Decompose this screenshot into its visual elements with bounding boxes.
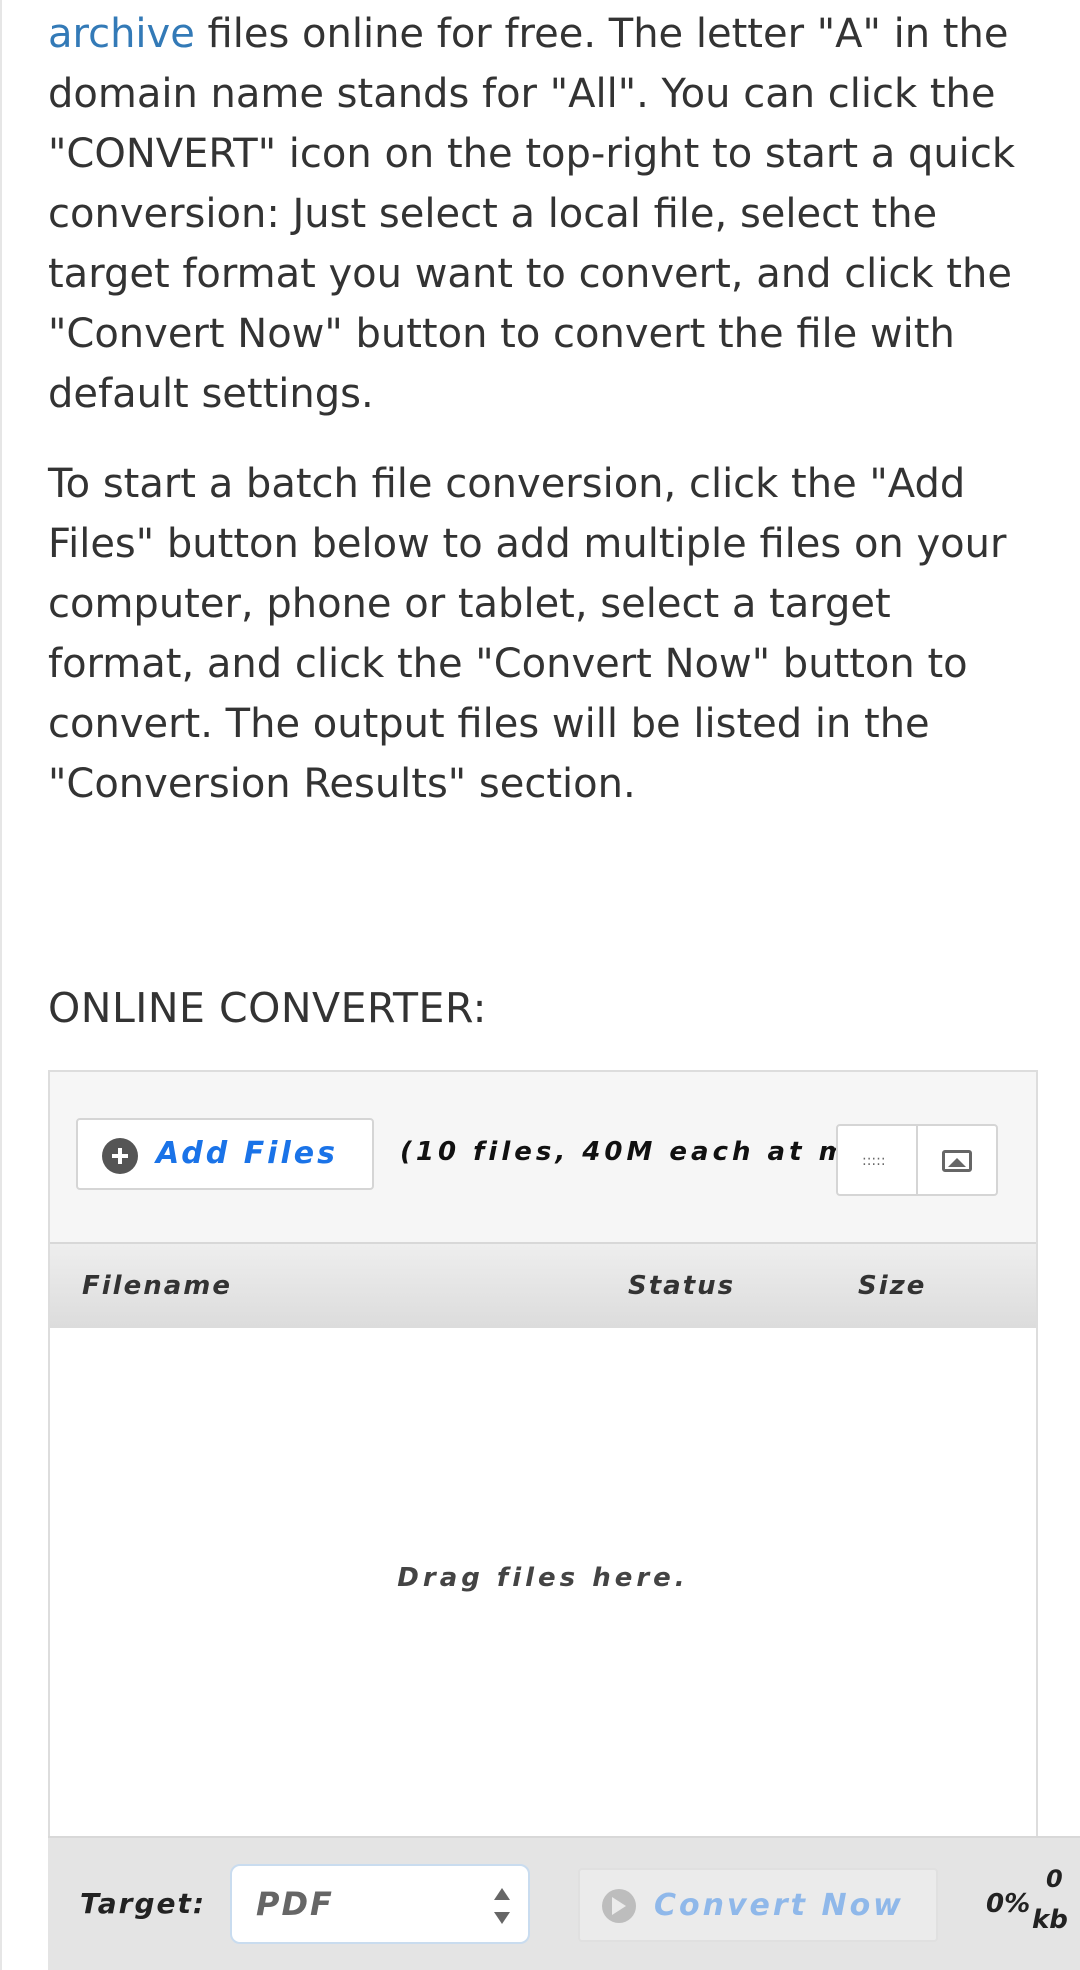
intro-paragraph-1-text: files online for free. The letter "A" in… [48, 11, 1016, 417]
drop-hint: Drag files here. [397, 1563, 689, 1593]
add-files-button[interactable]: Add Files [76, 1118, 374, 1190]
target-format-select[interactable]: PDF [230, 1864, 530, 1944]
column-status: Status [628, 1271, 736, 1301]
add-files-label: Add Files [156, 1136, 338, 1171]
updown-chevron-icon [494, 1888, 510, 1924]
file-drop-zone[interactable]: Drag files here. [50, 1328, 1036, 1836]
page: archive files online for free. The lette… [0, 0, 1080, 1970]
image-icon [942, 1150, 972, 1172]
archive-link[interactable]: archive [48, 11, 195, 57]
convert-now-button[interactable]: Convert Now [578, 1868, 938, 1942]
plus-circle-icon [102, 1138, 138, 1174]
arrow-circle-icon [602, 1889, 636, 1923]
progress-percent: 0% [986, 1889, 1031, 1919]
file-limit-text: (10 files, 40M each at most) [400, 1137, 882, 1167]
intro-paragraph-2: To start a batch file conversion, click … [48, 461, 1007, 807]
converter-footer: Target: PDF Convert Now 0% 0 kb [48, 1836, 1080, 1970]
intro-paragraph-1: archive files online for free. The lette… [48, 4, 1038, 424]
total-size-value: 0 [1046, 1865, 1063, 1893]
list-view-button[interactable]: ::::: [836, 1124, 918, 1196]
dots-grid-icon: ::::: [862, 1153, 886, 1169]
left-border [0, 0, 2, 1970]
column-filename: Filename [82, 1271, 232, 1301]
online-converter-heading: ONLINE CONVERTER: [48, 984, 487, 1032]
thumbnail-view-button[interactable] [916, 1124, 998, 1196]
converter-panel: Add Files (10 files, 40M each at most) :… [48, 1070, 1038, 1970]
converter-toolbar: Add Files (10 files, 40M each at most) :… [50, 1072, 1036, 1242]
total-size-unit: kb [1032, 1905, 1068, 1935]
convert-now-label: Convert Now [654, 1888, 904, 1923]
target-label: Target: [80, 1887, 207, 1920]
target-format-value: PDF [256, 1885, 334, 1923]
file-table-header: Filename Status Size [50, 1242, 1036, 1328]
column-size: Size [858, 1271, 927, 1301]
